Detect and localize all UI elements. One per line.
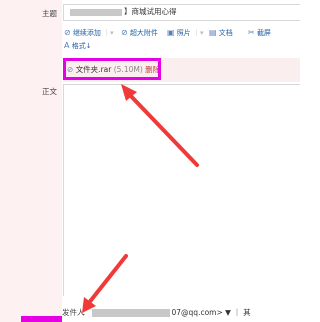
annotation-arrows <box>82 84 199 313</box>
arrow-to-attachment <box>121 84 199 167</box>
arrow-to-sender <box>82 254 128 313</box>
